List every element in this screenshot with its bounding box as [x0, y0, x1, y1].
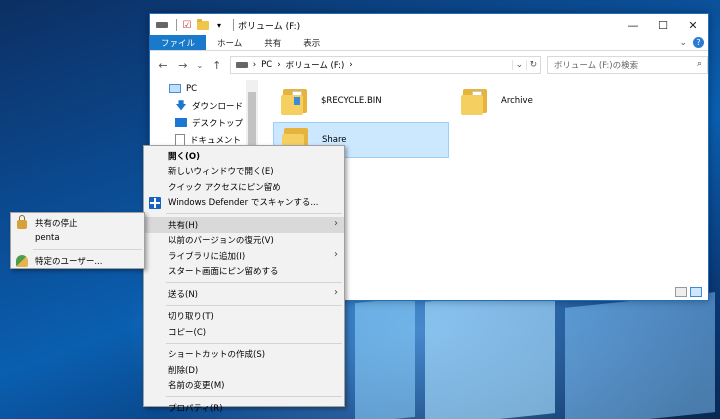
- ribbon-tabs: ファイル ホーム 共有 表示 ⌄ ?: [150, 35, 708, 51]
- menu-item-stop-sharing[interactable]: 共有の停止: [11, 215, 144, 231]
- address-row: ← → ⌄ ↑ › PC › ボリューム (F:) › ⌄ ↻ ボリューム (F…: [150, 51, 709, 79]
- menu-item-label: Windows Defender でスキャンする...: [168, 198, 319, 209]
- expand-ribbon-icon[interactable]: ⌄: [679, 38, 687, 48]
- menu-separator: [166, 282, 342, 283]
- folder-icon: [281, 87, 307, 115]
- menu-item-label: 特定のユーザー...: [35, 256, 103, 267]
- download-icon: 🡇: [175, 99, 187, 112]
- new-folder-icon[interactable]: [197, 18, 209, 31]
- menu-item-label: 共有の停止: [35, 218, 78, 229]
- desktop-icon: [175, 118, 187, 127]
- details-view-icon[interactable]: [675, 286, 687, 297]
- drive-icon: [235, 62, 248, 68]
- menu-separator: [166, 213, 342, 214]
- window-title: ボリューム (F:): [238, 21, 301, 32]
- address-dropdown-icon[interactable]: ⌄: [511, 60, 526, 70]
- menu-item-open-new-window[interactable]: 新しいウィンドウで開く(E): [144, 164, 344, 180]
- folder-name: Share: [322, 135, 347, 145]
- menu-item-properties[interactable]: プロパティ(R): [144, 400, 344, 416]
- share-submenu: 共有の停止 penta 特定のユーザー...: [10, 212, 145, 269]
- menu-item-add-to-library[interactable]: ライブラリに追加(I) ›: [144, 248, 344, 264]
- menu-separator: [166, 396, 342, 397]
- tab-share[interactable]: 共有: [253, 35, 292, 50]
- nav-item-label: ダウンロード: [192, 101, 244, 112]
- wallpaper-pane: [355, 296, 415, 419]
- menu-item-defender-scan[interactable]: Windows Defender でスキャンする...: [144, 195, 344, 211]
- folder-name: Archive: [501, 96, 533, 106]
- close-button[interactable]: ✕: [678, 14, 708, 36]
- window-controls: — ☐ ✕: [618, 14, 708, 36]
- properties-icon[interactable]: ☑: [181, 19, 193, 31]
- ribbon-right-controls: ⌄ ?: [679, 37, 704, 48]
- back-button[interactable]: ←: [156, 59, 170, 72]
- forward-button[interactable]: →: [176, 59, 190, 72]
- divider: [233, 19, 234, 31]
- address-bar-buttons: ⌄ ↻: [511, 57, 540, 73]
- menu-item-label: 共有(H): [168, 220, 199, 231]
- menu-item-pin-start[interactable]: スタート画面にピン留めする: [144, 264, 344, 280]
- folder-item[interactable]: Archive: [453, 83, 623, 119]
- breadcrumb-volume[interactable]: ボリューム (F:): [286, 59, 345, 71]
- document-icon: [175, 133, 185, 146]
- help-icon[interactable]: ?: [693, 37, 704, 48]
- menu-item-cut[interactable]: 切り取り(T): [144, 309, 344, 325]
- tab-home[interactable]: ホーム: [206, 35, 253, 50]
- submenu-arrow-icon: ›: [334, 249, 338, 260]
- windows-defender-icon: [149, 196, 161, 209]
- search-input[interactable]: ボリューム (F:)の検索 ⌕: [546, 56, 709, 74]
- menu-separator: [166, 342, 342, 344]
- users-icon: [16, 255, 28, 267]
- customize-quick-access-icon[interactable]: ▾: [213, 19, 225, 31]
- menu-item-create-shortcut[interactable]: ショートカットの作成(S): [144, 347, 344, 363]
- wallpaper-pane: [425, 288, 555, 419]
- drive-icon: [156, 19, 168, 31]
- nav-item-label: デスクトップ: [192, 118, 244, 129]
- wallpaper-pane: [565, 292, 715, 419]
- menu-item-delete[interactable]: 削除(D): [144, 362, 344, 378]
- divider: [176, 19, 177, 31]
- breadcrumb-separator: ›: [252, 60, 257, 70]
- menu-item-pin-quick-access[interactable]: クイック アクセスにピン留め: [144, 179, 344, 195]
- large-icons-view-icon[interactable]: [690, 286, 702, 297]
- breadcrumb-separator: ›: [349, 60, 353, 70]
- lock-icon: [17, 215, 27, 229]
- submenu-arrow-icon: ›: [334, 218, 338, 229]
- title-bar: ☑ ▾ ボリューム (F:) — ☐ ✕: [150, 14, 708, 36]
- breadcrumb-pc[interactable]: PC: [261, 60, 272, 70]
- maximize-button[interactable]: ☐: [648, 14, 678, 36]
- menu-item-user-penta[interactable]: penta: [11, 231, 144, 247]
- menu-item-open[interactable]: 開く(O): [144, 148, 344, 164]
- nav-item-label: ドキュメント: [190, 135, 242, 146]
- tab-file[interactable]: ファイル: [150, 35, 207, 50]
- nav-item-label: PC: [186, 83, 198, 94]
- computer-icon: [169, 84, 181, 93]
- folder-icon: [461, 87, 487, 115]
- menu-item-rename[interactable]: 名前の変更(M): [144, 378, 344, 394]
- tab-view[interactable]: 表示: [292, 35, 331, 50]
- menu-item-specific-people[interactable]: 特定のユーザー...: [11, 253, 144, 269]
- refresh-icon[interactable]: ↻: [525, 60, 540, 70]
- recent-locations-icon[interactable]: ⌄: [196, 61, 204, 70]
- menu-item-restore-versions[interactable]: 以前のバージョンの復元(V): [144, 233, 344, 249]
- breadcrumb-separator: ›: [277, 60, 281, 70]
- up-button[interactable]: ↑: [210, 59, 224, 72]
- search-icon[interactable]: ⌕: [697, 59, 702, 69]
- menu-item-copy[interactable]: コピー(C): [144, 324, 344, 340]
- minimize-button[interactable]: —: [618, 14, 648, 36]
- context-menu: 開く(O) 新しいウィンドウで開く(E) クイック アクセスにピン留め Wind…: [143, 145, 345, 414]
- menu-item-label: ライブラリに追加(I): [168, 251, 246, 262]
- scrollbar-thumb[interactable]: [248, 92, 256, 152]
- menu-item-label: 送る(N): [168, 289, 198, 300]
- menu-item-share[interactable]: 共有(H) ›: [144, 217, 344, 233]
- menu-separator: [33, 249, 142, 250]
- address-bar[interactable]: › PC › ボリューム (F:) › ⌄ ↻: [229, 56, 541, 74]
- search-placeholder: ボリューム (F:)の検索: [553, 61, 639, 71]
- folder-name: $RECYCLE.BIN: [321, 96, 382, 106]
- menu-item-send-to[interactable]: 送る(N) ›: [144, 286, 344, 302]
- submenu-arrow-icon: ›: [334, 287, 338, 298]
- menu-separator: [166, 304, 342, 306]
- folder-item[interactable]: $RECYCLE.BIN: [273, 83, 443, 119]
